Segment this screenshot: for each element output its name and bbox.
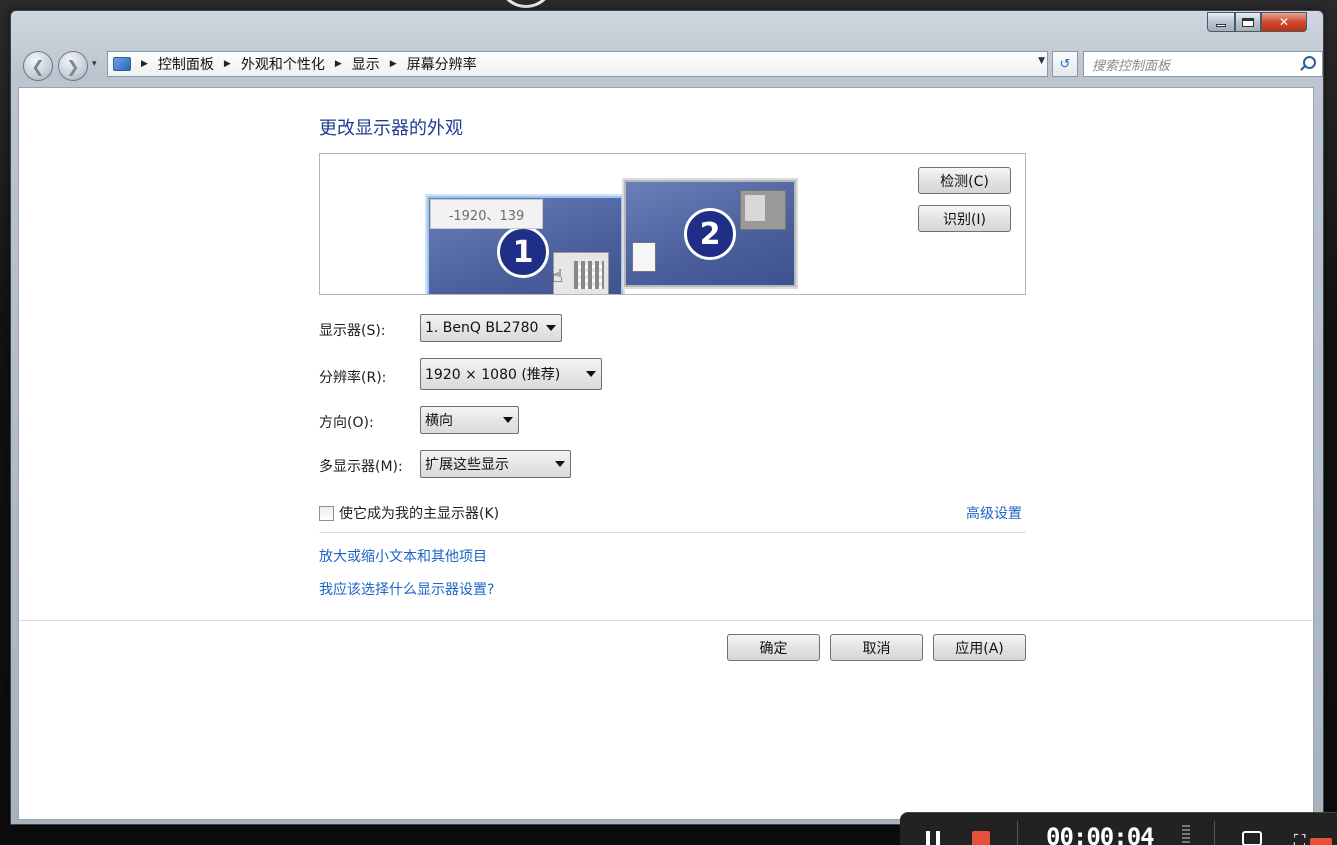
refresh-button[interactable]: ↺ bbox=[1052, 51, 1078, 77]
cancel-button[interactable]: 取消 bbox=[830, 634, 923, 661]
page-title: 更改显示器的外观 bbox=[319, 118, 463, 139]
document-thumbnail-icon bbox=[632, 242, 656, 272]
section-divider bbox=[319, 532, 1026, 533]
forward-arrow-icon: ❯ bbox=[66, 56, 80, 76]
control-panel-icon bbox=[113, 57, 131, 71]
breadcrumb-arrow-icon[interactable]: ▶ bbox=[335, 59, 342, 69]
footer-divider bbox=[19, 620, 1313, 621]
close-button[interactable]: ✕ bbox=[1261, 12, 1307, 32]
recent-pages-dropdown[interactable]: ▾ bbox=[92, 59, 97, 69]
minimize-button[interactable] bbox=[1207, 12, 1235, 32]
breadcrumb: ▶ 控制面板 ▶ 外观和个性化 ▶ 显示 ▶ 屏幕分辨率 bbox=[131, 54, 477, 74]
ok-button[interactable]: 确定 bbox=[727, 634, 820, 661]
multiple-displays-select[interactable]: 扩展这些显示 bbox=[420, 450, 571, 478]
back-arrow-icon: ❮ bbox=[31, 56, 45, 76]
breadcrumb-display[interactable]: 显示 bbox=[352, 54, 380, 74]
display-select[interactable]: 1. BenQ BL2780 bbox=[420, 314, 562, 342]
minimize-icon bbox=[1216, 24, 1226, 27]
resolution-select-value: 1920 × 1080 (推荐) bbox=[425, 367, 561, 383]
breadcrumb-screen-resolution[interactable]: 屏幕分辨率 bbox=[407, 54, 477, 74]
breadcrumb-arrow-icon[interactable]: ▶ bbox=[141, 59, 148, 69]
chevron-down-icon bbox=[555, 461, 565, 467]
recording-timer: 00:00:04 bbox=[1046, 823, 1155, 845]
expand-icon[interactable]: ⛶ bbox=[1294, 831, 1305, 845]
breadcrumb-arrow-icon[interactable]: ▶ bbox=[390, 59, 397, 69]
refresh-icon: ↺ bbox=[1059, 56, 1071, 72]
window-thumbnail-icon bbox=[740, 190, 786, 230]
control-panel-window: ✕ ❮ ❯ ▾ ▶ 控制面板 ▶ 外观和个性化 ▶ 显示 ▶ 屏幕分辨率 ▼ ↺… bbox=[10, 10, 1324, 825]
orientation-select[interactable]: 横向 bbox=[420, 406, 519, 434]
chevron-down-icon bbox=[586, 371, 596, 377]
identify-button[interactable]: 识别(I) bbox=[918, 205, 1011, 232]
display-label: 显示器(S): bbox=[319, 323, 386, 339]
back-button[interactable]: ❮ bbox=[23, 51, 53, 81]
forward-button[interactable]: ❯ bbox=[58, 51, 88, 81]
stop-icon[interactable] bbox=[972, 831, 990, 845]
search-input[interactable]: 搜索控制面板 bbox=[1083, 51, 1323, 77]
hand-cursor-icon: ☝ bbox=[552, 266, 563, 287]
breadcrumb-control-panel[interactable]: 控制面板 bbox=[158, 54, 214, 74]
primary-display-label[interactable]: 使它成为我的主显示器(K) bbox=[339, 503, 499, 523]
breadcrumb-appearance[interactable]: 外观和个性化 bbox=[241, 54, 325, 74]
monitor-2-tile[interactable]: 2 bbox=[624, 180, 796, 287]
chevron-down-icon bbox=[503, 417, 513, 423]
navigation-bar: ❮ ❯ ▾ ▶ 控制面板 ▶ 外观和个性化 ▶ 显示 ▶ 屏幕分辨率 ▼ ↺ 搜… bbox=[21, 49, 1323, 81]
screen-recorder-bar: 00:00:04 ⛶ bbox=[900, 812, 1337, 845]
resolution-select[interactable]: 1920 × 1080 (推荐) bbox=[420, 358, 602, 390]
recorder-separator bbox=[1214, 821, 1215, 845]
multiple-displays-label: 多显示器(M): bbox=[319, 459, 403, 475]
pause-icon[interactable] bbox=[926, 831, 940, 845]
recorder-badge-icon bbox=[1310, 838, 1332, 845]
caption-buttons: ✕ bbox=[1207, 12, 1307, 32]
breadcrumb-arrow-icon[interactable]: ▶ bbox=[224, 59, 231, 69]
search-placeholder: 搜索控制面板 bbox=[1092, 58, 1171, 74]
drag-handle-icon[interactable] bbox=[1182, 823, 1190, 843]
help-link[interactable]: 我应该选择什么显示器设置? bbox=[319, 579, 494, 599]
recorder-separator bbox=[1017, 821, 1018, 845]
close-icon: ✕ bbox=[1278, 15, 1290, 29]
maximize-button[interactable] bbox=[1235, 12, 1261, 32]
advanced-settings-link[interactable]: 高级设置 bbox=[966, 503, 1022, 523]
orientation-select-value: 横向 bbox=[425, 413, 453, 429]
primary-display-checkbox[interactable] bbox=[319, 505, 334, 521]
address-dropdown-icon[interactable]: ▼ bbox=[1038, 56, 1045, 66]
detect-button[interactable]: 检测(C) bbox=[918, 167, 1011, 194]
main-content: 更改显示器的外观 1 -1920、139 2 ☝ 检测(C) 识别(I) 显示器… bbox=[18, 87, 1314, 820]
monitor-position-tooltip: -1920、139 bbox=[430, 199, 543, 229]
monitor-1-number: 1 bbox=[497, 226, 549, 278]
display-select-value: 1. BenQ BL2780 bbox=[425, 320, 539, 336]
chevron-down-icon bbox=[546, 325, 556, 331]
monitor-2-number: 2 bbox=[684, 208, 736, 260]
monitor-arrangement-panel: 1 -1920、139 2 ☝ 检测(C) 识别(I) bbox=[319, 153, 1026, 295]
address-bar[interactable]: ▶ 控制面板 ▶ 外观和个性化 ▶ 显示 ▶ 屏幕分辨率 ▼ bbox=[107, 51, 1048, 77]
search-icon[interactable] bbox=[1303, 56, 1316, 69]
calculator-keys bbox=[574, 261, 604, 289]
camera-icon[interactable] bbox=[1242, 831, 1262, 845]
resolution-label: 分辨率(R): bbox=[319, 370, 387, 386]
primary-display-row: 使它成为我的主显示器(K) bbox=[319, 503, 499, 523]
multiple-displays-select-value: 扩展这些显示 bbox=[425, 457, 509, 473]
orientation-label: 方向(O): bbox=[319, 415, 374, 431]
text-size-link[interactable]: 放大或缩小文本和其他项目 bbox=[319, 546, 487, 566]
maximize-icon bbox=[1242, 17, 1254, 27]
apply-button[interactable]: 应用(A) bbox=[933, 634, 1026, 661]
